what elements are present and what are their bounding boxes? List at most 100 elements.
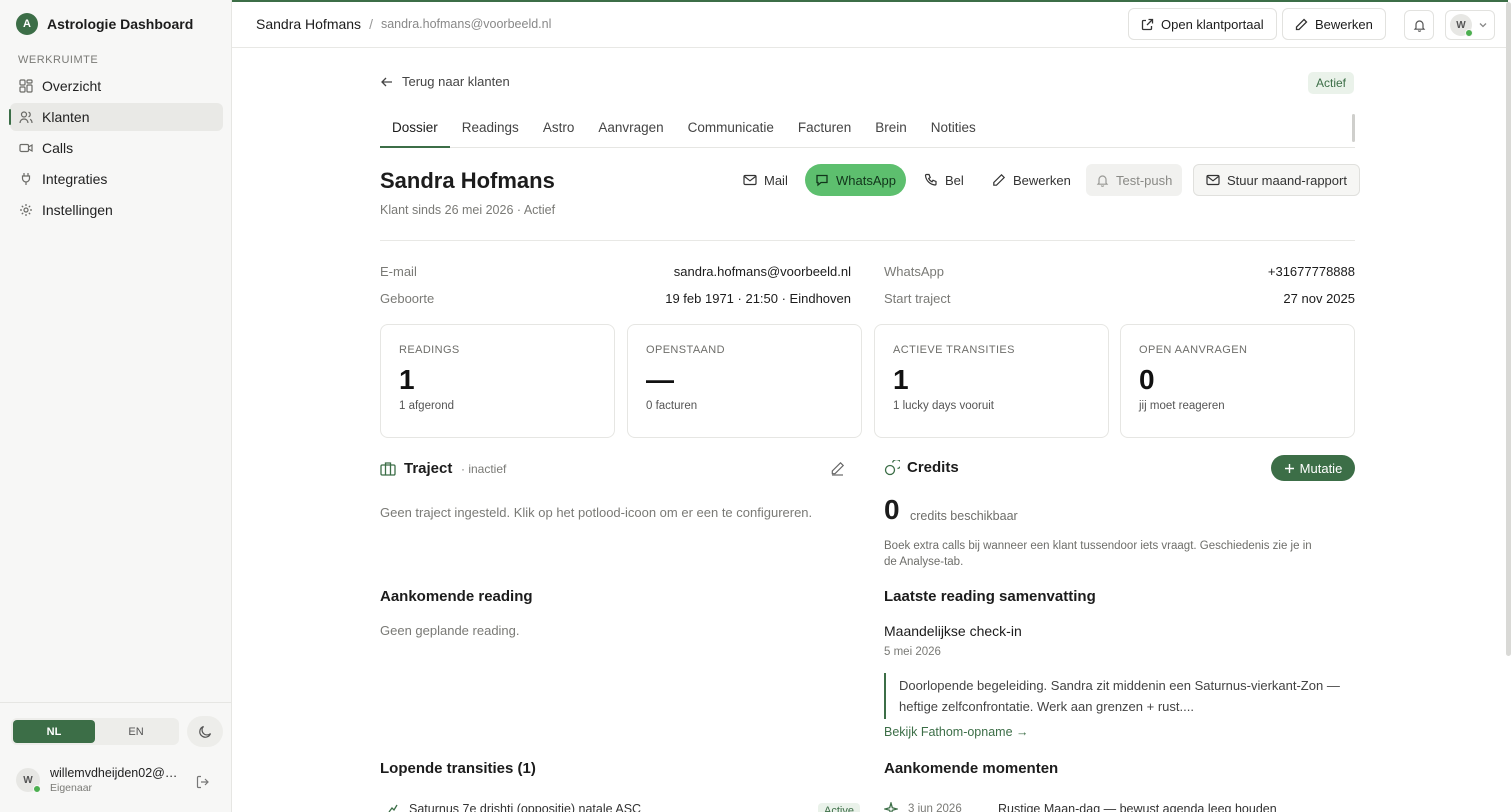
avatar: W bbox=[1450, 14, 1473, 37]
page-scrollbar[interactable] bbox=[1506, 2, 1511, 656]
whatsapp-label: WhatsApp bbox=[884, 264, 944, 279]
user-role: Eigenaar bbox=[50, 782, 93, 794]
credits-count: 0 bbox=[884, 494, 900, 525]
pencil-icon bbox=[1295, 18, 1308, 31]
upcoming-reading-title: Aankomende reading bbox=[380, 588, 533, 605]
whatsapp-value: +31677778888 bbox=[1267, 264, 1355, 279]
breadcrumb-client-name[interactable]: Sandra Hofmans bbox=[256, 16, 361, 32]
sidebar-item-overzicht[interactable]: Overzicht bbox=[10, 72, 223, 100]
last-reading-date: 5 mei 2026 bbox=[884, 646, 941, 658]
brand[interactable]: A Astrologie Dashboard bbox=[16, 13, 193, 35]
transit-row[interactable]: Saturnus 7e drishti (oppositie) natale A… bbox=[386, 802, 641, 812]
plus-icon bbox=[1284, 463, 1295, 474]
sidebar-item-klanten[interactable]: Klanten bbox=[9, 103, 223, 131]
mail-icon bbox=[1206, 173, 1220, 187]
avatar: W bbox=[16, 768, 41, 793]
last-reading-name: Maandelijkse check-in bbox=[884, 623, 1022, 639]
stat-sub: 0 facturen bbox=[646, 400, 698, 412]
sidebar-item-instellingen[interactable]: Instellingen bbox=[10, 196, 223, 224]
edit-client-button[interactable]: Bewerken bbox=[982, 164, 1081, 196]
sidebar-nav: Overzicht Klanten Calls Integraties Inst… bbox=[9, 72, 223, 227]
chevron-down-icon bbox=[1478, 20, 1488, 30]
edit-button[interactable]: Bewerken bbox=[1282, 8, 1386, 40]
tabs-scrollbar[interactable] bbox=[1352, 114, 1355, 142]
sidebar-item-label: Klanten bbox=[42, 109, 90, 125]
notifications-button[interactable] bbox=[1404, 10, 1434, 40]
transit-text: Saturnus 7e drishti (oppositie) natale A… bbox=[409, 802, 642, 812]
upcoming-reading-empty: Geen geplande reading. bbox=[380, 623, 520, 638]
email-label: E-mail bbox=[380, 264, 417, 279]
last-reading-title: Laatste reading samenvatting bbox=[884, 588, 1096, 605]
tab-aanvragen[interactable]: Aanvragen bbox=[586, 108, 675, 148]
breadcrumb: Sandra Hofmans / sandra.hofmans@voorbeel… bbox=[256, 16, 551, 32]
account-menu-button[interactable]: W bbox=[1445, 10, 1495, 40]
birth-value: 19 feb 1971 · 21:50 · Eindhoven bbox=[665, 291, 851, 306]
tab-communicatie[interactable]: Communicatie bbox=[676, 108, 786, 148]
moon-icon bbox=[198, 724, 213, 739]
stat-value: 1 bbox=[399, 364, 415, 395]
tab-dossier[interactable]: Dossier bbox=[380, 108, 450, 148]
brand-name: Astrologie Dashboard bbox=[47, 16, 194, 32]
user-card[interactable]: W willemvdheijden02@g... Eigenaar bbox=[16, 766, 180, 794]
stat-sub: 1 afgerond bbox=[399, 400, 454, 412]
credits-unit: credits beschikbaar bbox=[910, 509, 1018, 523]
moment-date: 3 jun 2026 bbox=[908, 803, 962, 812]
sidebar-item-calls[interactable]: Calls bbox=[10, 134, 223, 162]
transits-title: Lopende transities (1) bbox=[380, 760, 536, 777]
stat-label: OPEN AANVRAGEN bbox=[1139, 344, 1248, 356]
chart-icon bbox=[386, 803, 399, 812]
topbar: Sandra Hofmans / sandra.hofmans@voorbeel… bbox=[232, 2, 1508, 48]
lang-en-button[interactable]: EN bbox=[95, 720, 177, 743]
sidebar-item-label: Overzicht bbox=[42, 78, 102, 94]
pencil-icon bbox=[992, 173, 1006, 187]
lang-nl-button[interactable]: NL bbox=[13, 720, 95, 743]
sidebar-item-integraties[interactable]: Integraties bbox=[10, 165, 223, 193]
stat-card-transities[interactable]: ACTIEVE TRANSITIES 1 1 lucky days voorui… bbox=[874, 324, 1109, 438]
transit-active-badge: Active bbox=[818, 803, 860, 812]
stat-card-openstaand[interactable]: OPENSTAAND — 0 facturen bbox=[627, 324, 862, 438]
fathom-recording-link[interactable]: Bekijk Fathom-opname → bbox=[884, 725, 1029, 739]
divider bbox=[380, 240, 1355, 241]
sidebar-item-label: Instellingen bbox=[42, 202, 113, 218]
sparkle-icon bbox=[884, 802, 898, 812]
traject-empty-text: Geen traject ingesteld. Klik op het potl… bbox=[380, 505, 813, 520]
mail-button[interactable]: Mail bbox=[733, 164, 798, 196]
open-client-portal-button[interactable]: Open klantportaal bbox=[1128, 8, 1277, 40]
stat-value: 0 bbox=[1139, 364, 1155, 395]
user-email: willemvdheijden02@g... bbox=[50, 766, 180, 780]
tab-readings[interactable]: Readings bbox=[450, 108, 531, 148]
credits-title: Credits bbox=[907, 459, 959, 476]
moment-row[interactable]: 3 jun 2026 Rustige Maan-dag — bewust age… bbox=[884, 802, 1277, 812]
tab-astro[interactable]: Astro bbox=[531, 108, 587, 148]
breadcrumb-client-email: sandra.hofmans@voorbeeld.nl bbox=[380, 17, 552, 31]
online-status-dot bbox=[33, 785, 41, 793]
send-monthly-report-button[interactable]: Stuur maand-rapport bbox=[1193, 164, 1360, 196]
add-mutation-button[interactable]: Mutatie bbox=[1271, 455, 1355, 481]
tab-facturen[interactable]: Facturen bbox=[786, 108, 863, 148]
stat-card-readings[interactable]: READINGS 1 1 afgerond bbox=[380, 324, 615, 438]
email-value: sandra.hofmans@voorbeeld.nl bbox=[673, 264, 851, 279]
logout-icon bbox=[196, 775, 210, 789]
breadcrumb-separator: / bbox=[369, 16, 373, 32]
back-to-clients-link[interactable]: Terug naar klanten bbox=[380, 74, 510, 89]
stat-sub: jij moet reageren bbox=[1139, 400, 1225, 412]
stat-value: 1 bbox=[893, 364, 909, 395]
stat-card-aanvragen[interactable]: OPEN AANVRAGEN 0 jij moet reageren bbox=[1120, 324, 1355, 438]
stat-sub: 1 lucky days vooruit bbox=[893, 400, 994, 412]
workspace-label: WERKRUIMTE bbox=[18, 54, 99, 66]
stat-label: OPENSTAAND bbox=[646, 344, 725, 356]
edit-traject-button[interactable] bbox=[830, 461, 845, 476]
tab-bar: Dossier Readings Astro Aanvragen Communi… bbox=[380, 108, 1355, 148]
call-button[interactable]: Bel bbox=[914, 164, 974, 196]
users-icon bbox=[19, 110, 33, 124]
whatsapp-button[interactable]: WhatsApp bbox=[805, 164, 906, 196]
client-since: Klant sinds 26 mei 2026 · Actief bbox=[380, 203, 556, 217]
brand-logo: A bbox=[16, 13, 38, 35]
logout-button[interactable] bbox=[196, 775, 210, 789]
bell-icon bbox=[1096, 174, 1109, 187]
theme-toggle-button[interactable] bbox=[187, 716, 223, 747]
tab-notities[interactable]: Notities bbox=[919, 108, 988, 148]
test-push-button[interactable]: Test-push bbox=[1086, 164, 1183, 196]
moment-text: Rustige Maan-dag — bewust agenda leeg ho… bbox=[998, 802, 1277, 812]
tab-brein[interactable]: Brein bbox=[863, 108, 919, 148]
